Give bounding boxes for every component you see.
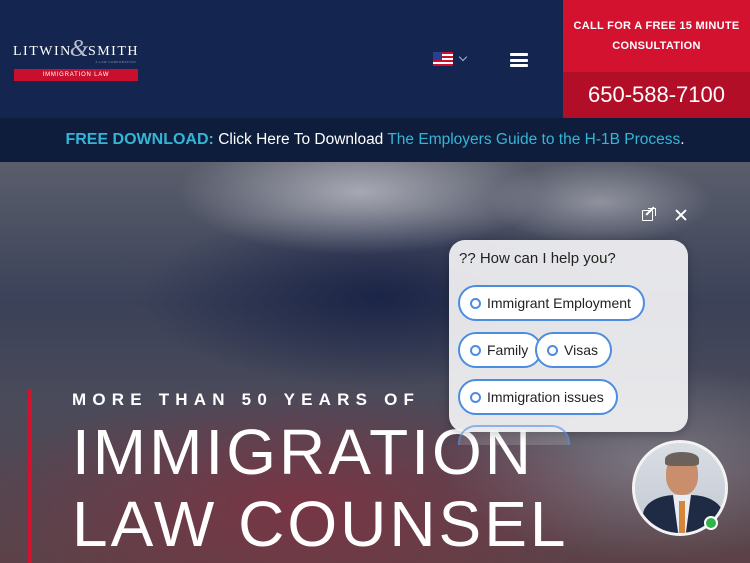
chat-toolbar xyxy=(640,206,690,224)
site-header: LITWIN & SMITH A LAW CORPORATION IMMIGRA… xyxy=(0,0,750,118)
radio-icon xyxy=(470,391,481,403)
open-external-icon[interactable] xyxy=(640,206,658,224)
hero-title-line2: LAW COUNSEL xyxy=(72,488,569,560)
hero-accent-bar xyxy=(28,389,32,563)
chat-option-immigrant-employment[interactable]: Immigrant Employment xyxy=(458,285,645,321)
download-banner: FREE DOWNLOAD: Click Here To Download Th… xyxy=(0,118,750,162)
chat-option-label: Family xyxy=(487,342,529,358)
chat-option-family[interactable]: Family xyxy=(458,332,543,368)
logo-name-right: SMITH xyxy=(87,44,139,59)
hamburger-menu-icon[interactable] xyxy=(506,50,532,70)
download-label: FREE DOWNLOAD: xyxy=(65,131,214,148)
logo-ampersand: & xyxy=(69,35,90,62)
logo-name-left: LITWIN xyxy=(13,44,72,59)
close-icon[interactable] xyxy=(672,206,690,224)
firm-logo[interactable]: LITWIN & SMITH A LAW CORPORATION IMMIGRA… xyxy=(13,36,139,84)
us-flag-icon xyxy=(433,52,453,66)
radio-icon xyxy=(470,297,481,309)
chat-option-immigration-issues[interactable]: Immigration issues xyxy=(458,379,618,415)
phone-number-link[interactable]: 650-588-7100 xyxy=(563,72,750,118)
logo-subline: A LAW CORPORATION xyxy=(95,60,136,64)
logo-tagline: IMMIGRATION LAW xyxy=(14,69,138,81)
free-consultation-button[interactable]: CALL FOR A FREE 15 MINUTE CONSULTATION xyxy=(563,0,750,72)
radio-icon xyxy=(547,344,558,356)
hero-kicker: MORE THAN 50 YEARS OF xyxy=(72,390,421,409)
chat-option-visas[interactable]: Visas xyxy=(535,332,612,368)
download-text[interactable]: Click Here To Download xyxy=(218,131,383,148)
chat-option-label: Visas xyxy=(564,342,598,358)
online-status-icon xyxy=(704,516,718,530)
chat-question: ?? How can I help you? xyxy=(459,250,616,267)
chat-option-hidden[interactable] xyxy=(458,425,570,445)
download-period: . xyxy=(680,131,685,148)
agent-hair xyxy=(665,452,699,466)
agent-tie xyxy=(679,501,685,533)
chat-option-label: Immigration issues xyxy=(487,389,604,405)
chevron-down-icon xyxy=(458,52,468,62)
chat-option-label: Immigrant Employment xyxy=(487,295,631,311)
h1b-guide-link[interactable]: The Employers Guide to the H-1B Process xyxy=(387,131,680,148)
radio-icon xyxy=(470,344,481,356)
language-selector[interactable] xyxy=(433,52,468,66)
